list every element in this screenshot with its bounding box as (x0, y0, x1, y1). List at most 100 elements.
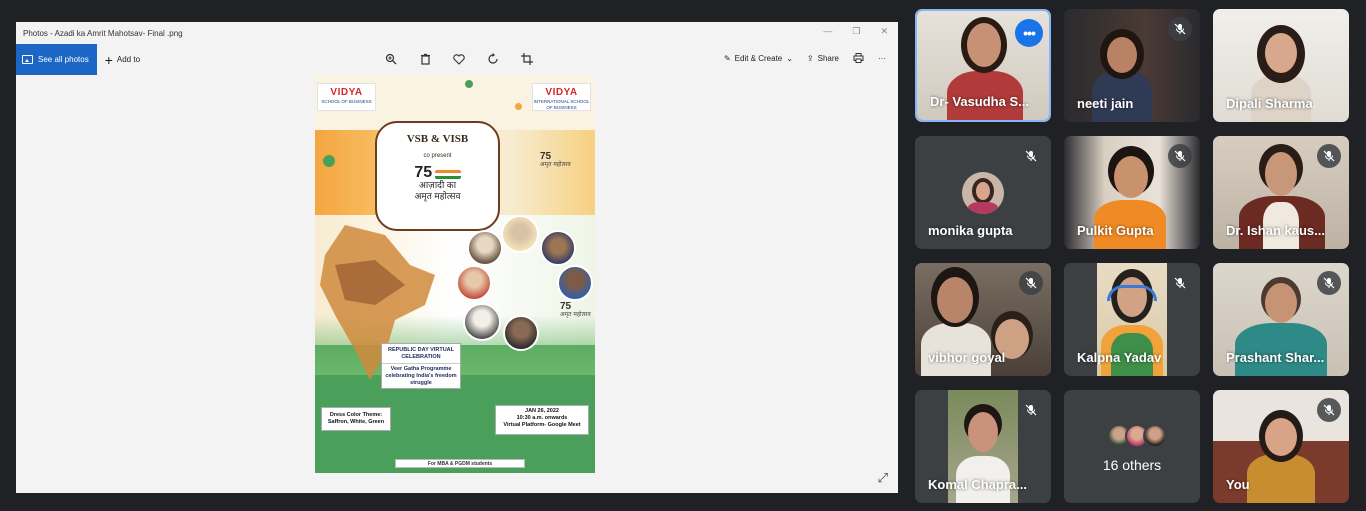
logo-brand: VIDYA (330, 87, 363, 98)
person-face (1114, 156, 1148, 198)
share-button[interactable]: ⇪ Share (807, 54, 839, 63)
mini-emblem-text: अमृत महोत्सव (540, 162, 571, 168)
self-tile[interactable]: You (1213, 390, 1349, 503)
close-icon[interactable]: ✕ (880, 26, 888, 37)
chevron-down-icon: ⌄ (786, 53, 793, 63)
poster-org-title: VSB & VISB (406, 133, 469, 145)
zoom-icon[interactable] (384, 52, 398, 66)
participant-name: Pulkit Gupta (1077, 223, 1154, 238)
mic-off-icon (1168, 271, 1192, 295)
mic-off-icon (1168, 144, 1192, 168)
others-tile[interactable]: 16 others (1064, 390, 1200, 503)
participant-tile[interactable]: Pulkit Gupta (1064, 136, 1200, 249)
mini-emblem-text: अमृत महोत्सव (560, 312, 591, 318)
participant-tile[interactable]: ••• Dr- Vasudha S... (915, 9, 1051, 122)
event-programme: Veer Gatha Programme celebrating India's… (385, 366, 457, 386)
dress-box: Dress Color Theme: Saffron, White, Green (321, 407, 391, 431)
poster-co-present: co present (423, 153, 452, 159)
more-options-button[interactable]: ··· (878, 54, 886, 63)
participant-tile[interactable]: vibhor goyal (915, 263, 1051, 376)
participant-tile[interactable]: Kalpna Yadav (1064, 263, 1200, 376)
portrait-1 (467, 230, 503, 266)
dress-colors: Saffron, White, Green (327, 419, 385, 425)
mic-off-icon (1019, 271, 1043, 295)
photos-title: Photos - Azadi ka Amrit Mahotsav- Final … (23, 28, 183, 38)
share-icon: ⇪ (806, 53, 814, 63)
photo-icon (22, 55, 33, 64)
poster-title-frame: VSB & VISB co present 75 आज़ादी का अमृत … (375, 121, 500, 231)
emblem-hindi-2: अमृत महोत्सव (414, 191, 461, 201)
window-controls: — ❐ ✕ (823, 26, 888, 37)
participant-name: Dr. Ishan kaus... (1226, 223, 1325, 238)
azadi-emblem: 75 आज़ादी का अमृत महोत्सव (377, 164, 498, 202)
photo-canvas: VIDYA SCHOOL OF BUSINESS VIDYA INTERNATI… (16, 75, 898, 493)
dress-title: Dress Color Theme: (329, 412, 383, 418)
expand-icon[interactable]: ⤢ (878, 470, 888, 486)
poster-dot (465, 80, 473, 88)
minimize-icon[interactable]: — (823, 26, 832, 37)
plus-icon: + (104, 51, 113, 68)
mini-emblem-number: 75 (540, 151, 552, 162)
emblem-hindi-1: आज़ादी का (418, 180, 457, 190)
mini-emblem-number: 75 (560, 301, 572, 312)
person-face (1265, 418, 1297, 456)
others-avatars (1107, 424, 1167, 448)
mic-off-icon (1317, 398, 1341, 422)
participant-tile[interactable]: neeti jain (1064, 9, 1200, 122)
flag-icon (434, 170, 461, 180)
poster-dot (323, 155, 335, 167)
center-tools (384, 52, 534, 66)
event-time: 10:30 a.m. onwards (516, 415, 568, 421)
portrait-5 (557, 265, 593, 301)
avatar (1143, 424, 1167, 448)
participant-tile[interactable]: monika gupta (915, 136, 1051, 249)
maximize-icon[interactable]: ❐ (852, 26, 860, 37)
participant-name: vibhor goyal (928, 350, 1006, 365)
participant-name: Prashant Shar... (1226, 350, 1325, 365)
event-box: REPUBLIC DAY VIRTUAL CELEBRATION Veer Ga… (381, 343, 461, 389)
participant-tile[interactable]: Dipali Sharma (1213, 9, 1349, 122)
avatar-body (968, 202, 998, 214)
participant-name: Dr- Vasudha S... (930, 94, 1029, 109)
poster-image: VIDYA SCHOOL OF BUSINESS VIDYA INTERNATI… (315, 75, 595, 473)
add-to-button[interactable]: + Add to (105, 53, 140, 67)
poster-footer: For MBA & PGDM students (395, 459, 525, 468)
more-options-icon[interactable]: ••• (1015, 19, 1043, 47)
others-count: 16 others (1102, 457, 1162, 473)
headset-icon (1107, 285, 1157, 301)
photos-toolbar: See all photos + Add to ✎ Edit & Create … (16, 44, 898, 75)
participant-name: Kalpna Yadav (1077, 350, 1162, 365)
edit-create-label: Edit & Create (734, 53, 783, 63)
crop-icon[interactable] (520, 52, 534, 66)
event-platform: Virtual Platform- Google Meet (503, 422, 581, 428)
person-face (1265, 152, 1297, 196)
print-icon (853, 53, 864, 63)
participant-tile[interactable]: Komal Chapra... (915, 390, 1051, 503)
edit-create-button[interactable]: ✎ Edit & Create ⌄ (724, 54, 793, 63)
print-button[interactable] (853, 53, 864, 63)
participant-name: You (1226, 477, 1250, 492)
share-label: Share (817, 53, 839, 63)
poster-dot (515, 103, 522, 110)
event-title: REPUBLIC DAY VIRTUAL CELEBRATION (382, 347, 460, 364)
add-to-label: Add to (116, 55, 141, 64)
mic-off-icon (1019, 398, 1043, 422)
mini-emblem-top: 75 अमृत महोत्सव (540, 151, 571, 169)
rotate-icon[interactable] (486, 52, 500, 66)
see-all-photos-button[interactable]: See all photos (16, 44, 97, 75)
participant-tile[interactable]: Dr. Ishan kaus... (1213, 136, 1349, 249)
participant-tile[interactable]: Prashant Shar... (1213, 263, 1349, 376)
mic-off-icon (1317, 271, 1341, 295)
photos-titlebar: Photos - Azadi ka Amrit Mahotsav- Final … (16, 22, 898, 44)
delete-icon[interactable] (418, 52, 432, 66)
person-face (967, 23, 1001, 67)
photos-window: Photos - Azadi ka Amrit Mahotsav- Final … (16, 22, 898, 493)
mic-off-icon (1168, 17, 1192, 41)
mini-emblem-bottom: 75 अमृत महोत्सव (560, 301, 591, 319)
person-face (937, 277, 973, 323)
portrait-7 (503, 315, 539, 351)
participant-name: Dipali Sharma (1226, 96, 1313, 111)
participant-name: Komal Chapra... (928, 477, 1027, 492)
emblem-number: 75 (414, 164, 433, 181)
heart-icon[interactable] (452, 52, 466, 66)
